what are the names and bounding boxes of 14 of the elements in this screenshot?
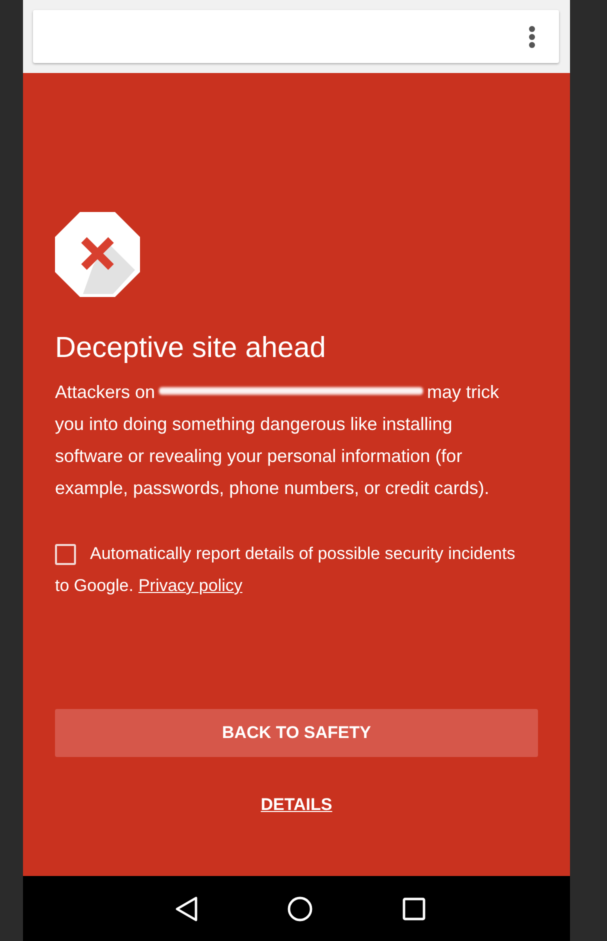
back-icon[interactable]: [175, 896, 200, 922]
warning-message: Attackers on may trick you into doing something dangerous like installing software or revealing your personal information (for example, passwords, phone numbers, or credit cards).: [55, 381, 500, 500]
details-link[interactable]: DETAILS: [260, 795, 332, 815]
recents-icon[interactable]: [402, 896, 426, 920]
menu-icon[interactable]: [528, 24, 536, 48]
privacy-policy-link[interactable]: Privacy policy: [138, 576, 242, 596]
checkbox[interactable]: [55, 544, 76, 564]
address-field[interactable]: [33, 10, 559, 63]
back-to-safety-button[interactable]: BACK TO SAFETY: [55, 709, 538, 757]
page-title: Deceptive site ahead: [55, 331, 327, 366]
checkbox-label: Automatically report details of possible security incidents: [90, 544, 516, 564]
stop-sign-icon: [55, 212, 140, 297]
checkbox-label: to Google.: [55, 576, 134, 596]
home-icon[interactable]: [287, 896, 314, 922]
